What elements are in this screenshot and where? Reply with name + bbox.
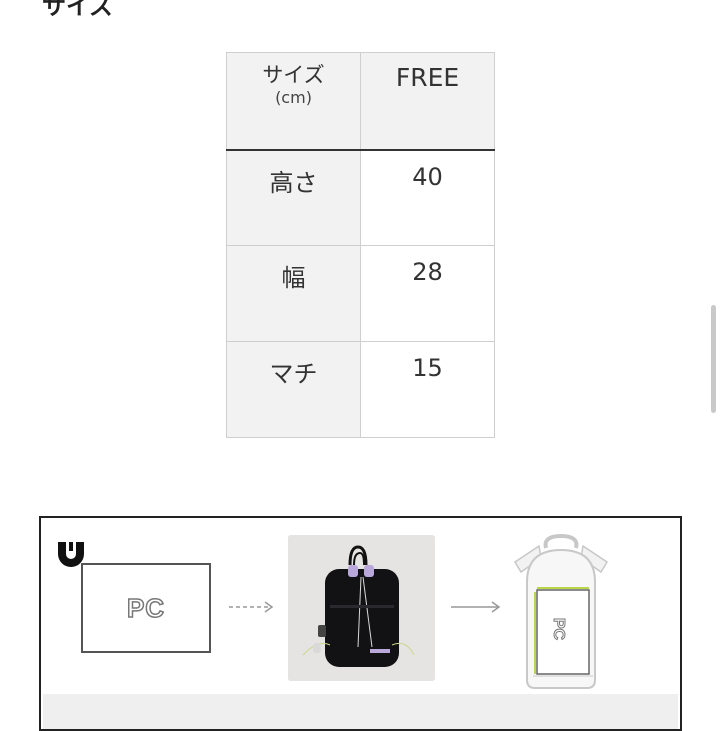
table-header-row: サイズ (cm) FREE [226, 52, 495, 151]
row-value-depth: 15 [360, 341, 495, 438]
pc-label: PC [126, 592, 166, 624]
header-free-label: FREE [395, 63, 460, 92]
row-label-width: 幅 [226, 245, 361, 342]
backpack-photo [288, 535, 435, 681]
row-value-width: 28 [360, 245, 495, 342]
table-header-value: FREE [360, 52, 495, 151]
guide-footer [43, 694, 678, 729]
table-header-label: サイズ (cm) [226, 52, 361, 151]
menu-icon[interactable] [628, 0, 656, 4]
bag-pc-label: PC [550, 617, 568, 641]
table-row: 高さ 40 [226, 149, 495, 246]
arrow-right-icon [451, 601, 501, 613]
row-label-depth: マチ [226, 341, 361, 438]
pc-fit-guide: PC PC [39, 516, 682, 731]
header-size-label: サイズ [262, 63, 325, 87]
row-value-height: 40 [360, 149, 495, 246]
table-row: マチ 15 [226, 341, 495, 438]
dashed-arrow-icon [229, 601, 274, 613]
scrollbar[interactable] [711, 305, 716, 413]
header-unit-label: (cm) [275, 88, 312, 107]
row-label-height: 高さ [226, 149, 361, 246]
section-title: サイズ [42, 0, 114, 20]
pc-outline: PC [81, 563, 211, 653]
table-row: 幅 28 [226, 245, 495, 342]
size-table: サイズ (cm) FREE 高さ 40 幅 28 マチ 15 [226, 52, 495, 438]
